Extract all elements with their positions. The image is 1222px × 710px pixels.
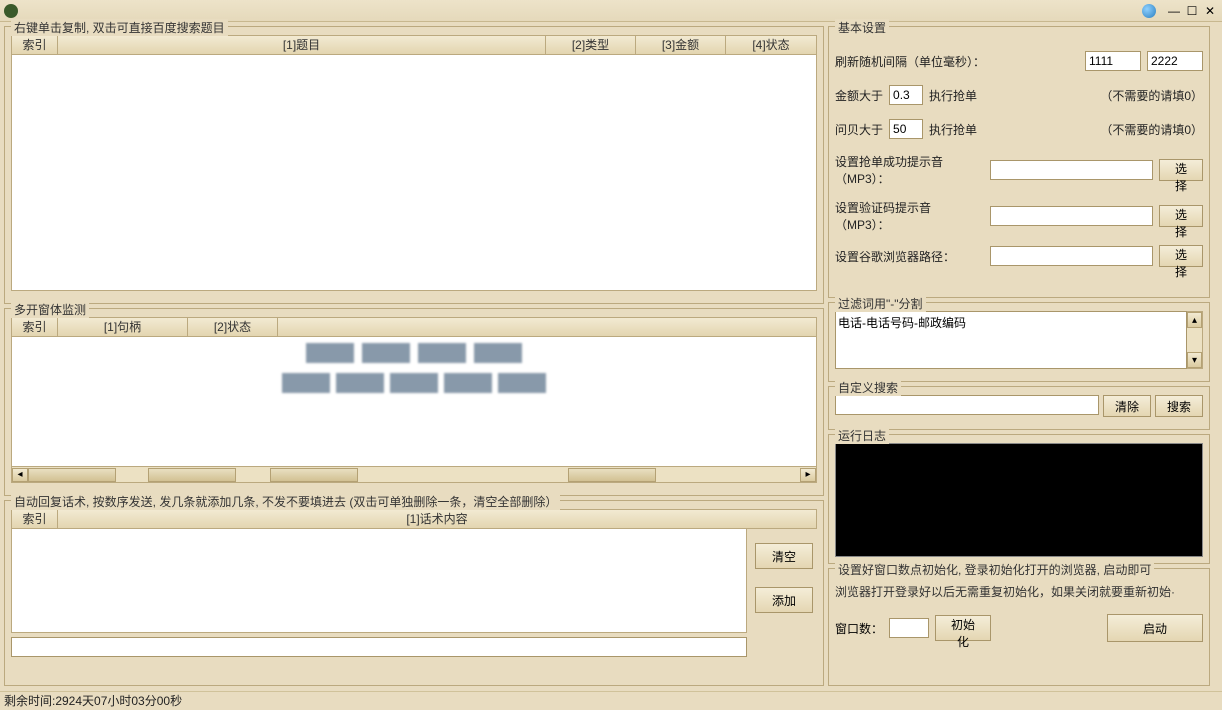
basic-settings-panel: 基本设置 刷新随机间隔（单位毫秒）： 金额大于 执行抢单 （不需要的请填0） 问… bbox=[828, 26, 1210, 298]
col-amount[interactable]: [3]金额 bbox=[636, 36, 726, 54]
filter-textarea[interactable]: 电话-电话号码-邮政编码 bbox=[835, 311, 1187, 369]
select-chrome-button[interactable]: 选择 bbox=[1159, 245, 1203, 267]
select-mp3-success-button[interactable]: 选择 bbox=[1159, 159, 1203, 181]
exec-label: 执行抢单 bbox=[929, 87, 977, 104]
reply-input[interactable] bbox=[11, 637, 747, 657]
select-mp3-captcha-button[interactable]: 选择 bbox=[1159, 205, 1203, 227]
windows-hscroll[interactable]: ◂ ▸ bbox=[11, 467, 817, 483]
col-title[interactable]: [1]题目 bbox=[58, 36, 546, 54]
col-index[interactable]: 索引 bbox=[12, 36, 58, 54]
redacted-content-2 bbox=[12, 367, 816, 399]
add-button[interactable]: 添加 bbox=[755, 587, 813, 613]
clear-search-button[interactable]: 清除 bbox=[1103, 395, 1151, 417]
col-handle[interactable]: [1]句柄 bbox=[58, 318, 188, 336]
questions-header: 索引 [1]题目 [2]类型 [3]金额 [4]状态 bbox=[11, 35, 817, 55]
shell-gt-label: 问贝大于 bbox=[835, 121, 883, 138]
search-button[interactable]: 搜索 bbox=[1155, 395, 1203, 417]
refresh-max-input[interactable] bbox=[1147, 51, 1203, 71]
scroll-right-icon[interactable]: ▸ bbox=[800, 468, 816, 482]
questions-panel-label: 右键单击复制, 双击可直接百度搜索题目 bbox=[11, 19, 228, 36]
mp3-success-input[interactable] bbox=[990, 160, 1153, 180]
chrome-path-input[interactable] bbox=[990, 246, 1153, 266]
window-count-input[interactable] bbox=[889, 618, 929, 638]
window-count-label: 窗口数： bbox=[835, 620, 883, 637]
close-button[interactable]: ✕ bbox=[1202, 4, 1218, 18]
hint-zero: （不需要的请填0） bbox=[1100, 87, 1203, 104]
filter-vscroll[interactable]: ▴ ▾ bbox=[1187, 311, 1203, 369]
log-label: 运行日志 bbox=[835, 427, 889, 444]
col-content[interactable]: [1]话术内容 bbox=[58, 510, 816, 528]
windows-panel: 多开窗体监测 索引 [1]句柄 [2]状态 ◂ bbox=[4, 308, 824, 496]
col-index[interactable]: 索引 bbox=[12, 318, 58, 336]
app-icon bbox=[4, 4, 18, 18]
init-hint: 浏览器打开登录好以后无需重复初始化，如果关闭就要重新初始· bbox=[835, 583, 1203, 600]
shell-gt-input[interactable] bbox=[889, 119, 923, 139]
minimize-button[interactable]: — bbox=[1166, 4, 1182, 18]
filter-panel: 过滤词用"-"分割 电话-电话号码-邮政编码 ▴ ▾ bbox=[828, 302, 1210, 382]
init-label: 设置好窗口数点初始化, 登录初始化打开的浏览器, 启动即可 bbox=[835, 561, 1154, 578]
reply-panel: 自动回复话术, 按数序发送, 发几条就添加几条, 不发不要填进去 (双击可单独删… bbox=[4, 500, 824, 686]
globe-icon bbox=[1142, 4, 1156, 18]
col-index[interactable]: 索引 bbox=[12, 510, 58, 528]
reply-grid[interactable] bbox=[11, 529, 747, 633]
col-blank bbox=[278, 318, 816, 336]
search-panel: 自定义搜索 清除 搜索 bbox=[828, 386, 1210, 430]
col-type[interactable]: [2]类型 bbox=[546, 36, 636, 54]
log-output[interactable] bbox=[835, 443, 1203, 557]
hint-zero-2: （不需要的请填0） bbox=[1100, 121, 1203, 138]
col-status[interactable]: [4]状态 bbox=[726, 36, 816, 54]
questions-panel: 右键单击复制, 双击可直接百度搜索题目 索引 [1]题目 [2]类型 [3]金额… bbox=[4, 26, 824, 304]
refresh-interval-label: 刷新随机间隔（单位毫秒）： bbox=[835, 53, 985, 70]
scroll-down-icon[interactable]: ▾ bbox=[1187, 352, 1202, 368]
questions-grid[interactable] bbox=[11, 55, 817, 291]
start-button[interactable]: 启动 bbox=[1107, 614, 1203, 642]
amount-gt-input[interactable] bbox=[889, 85, 923, 105]
log-panel: 运行日志 bbox=[828, 434, 1210, 564]
refresh-min-input[interactable] bbox=[1085, 51, 1141, 71]
basic-settings-label: 基本设置 bbox=[835, 19, 889, 36]
reply-panel-label: 自动回复话术, 按数序发送, 发几条就添加几条, 不发不要填进去 (双击可单独删… bbox=[11, 493, 560, 510]
chrome-path-label: 设置谷歌浏览器路径： bbox=[835, 248, 984, 265]
maximize-button[interactable]: ☐ bbox=[1184, 4, 1200, 18]
redacted-content bbox=[12, 337, 816, 369]
clear-button[interactable]: 清空 bbox=[755, 543, 813, 569]
windows-header: 索引 [1]句柄 [2]状态 bbox=[11, 317, 817, 337]
search-input[interactable] bbox=[835, 395, 1099, 415]
windows-panel-label: 多开窗体监测 bbox=[11, 301, 89, 318]
exec-label-2: 执行抢单 bbox=[929, 121, 977, 138]
search-label: 自定义搜索 bbox=[835, 379, 901, 396]
scroll-up-icon[interactable]: ▴ bbox=[1187, 312, 1202, 328]
windows-grid[interactable] bbox=[11, 337, 817, 467]
mp3-captcha-input[interactable] bbox=[990, 206, 1153, 226]
mp3-captcha-label: 设置验证码提示音（MP3）： bbox=[835, 199, 984, 233]
init-panel: 设置好窗口数点初始化, 登录初始化打开的浏览器, 启动即可 浏览器打开登录好以后… bbox=[828, 568, 1210, 686]
init-button[interactable]: 初始化 bbox=[935, 615, 991, 641]
filter-label: 过滤词用"-"分割 bbox=[835, 295, 926, 312]
reply-header: 索引 [1]话术内容 bbox=[11, 509, 817, 529]
remaining-time: 剩余时间:2924天07小时03分00秒 bbox=[4, 694, 182, 708]
scroll-left-icon[interactable]: ◂ bbox=[12, 468, 28, 482]
amount-gt-label: 金额大于 bbox=[835, 87, 883, 104]
statusbar: 剩余时间:2924天07小时03分00秒 bbox=[0, 691, 1222, 709]
mp3-success-label: 设置抢单成功提示音（MP3）： bbox=[835, 153, 984, 187]
col-status[interactable]: [2]状态 bbox=[188, 318, 278, 336]
